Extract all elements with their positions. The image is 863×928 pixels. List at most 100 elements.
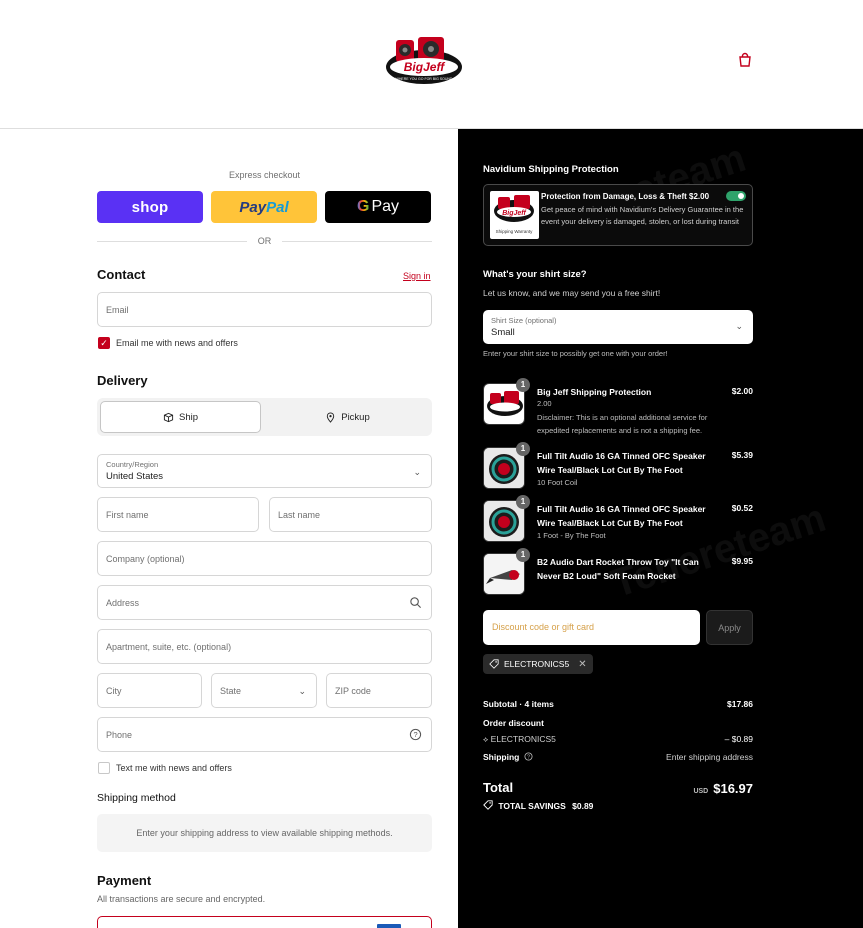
logo-tagline: WHERE YOU GO FOR BIG SOUND [396,77,453,81]
first-name-placeholder: First name [106,510,149,520]
address-field[interactable]: Address [97,585,432,620]
discount-value: – $0.89 [724,734,753,744]
protection-title: Protection from Damage, Loss & Theft $2.… [541,192,710,201]
last-name-placeholder: Last name [278,510,321,520]
google-pay-button[interactable]: G Pay [325,191,431,223]
card-brand-icon [377,924,401,928]
currency-code: USD [693,788,709,795]
express-checkout-label: Express checkout [228,170,301,180]
country-value: United States [106,471,164,482]
protection-description: Get peace of mind with Navidium's Delive… [541,205,744,226]
payment-subtext: All transactions are secure and encrypte… [97,894,266,904]
chevron-down-icon: ⌄ [413,467,421,477]
paypal-label-pay: Pay [239,198,267,216]
zip-placeholder: ZIP code [335,686,371,696]
product-note: Disclaimer: This is an optional addition… [537,413,708,435]
country-select[interactable]: Country/Region United States ⌄ [97,454,432,488]
shipping-method-message: Enter your shipping address to view avai… [136,828,393,838]
state-select[interactable]: State ⌄ [211,673,317,708]
product-price: $5.39 [731,450,753,460]
shirt-size-value: Small [491,327,515,338]
email-placeholder: Email [106,305,129,315]
thumb-logo-text: BigJeff [502,210,526,217]
quantity-badge: 1 [516,548,530,562]
protection-toggle[interactable] [726,191,746,201]
savings-label: TOTAL SAVINGS [498,801,566,811]
apply-discount-button[interactable]: Apply [706,610,753,645]
apartment-field[interactable]: Apartment, suite, etc. (optional) [97,629,432,664]
email-news-label: Email me with news and offers [116,338,238,348]
shop-pay-button[interactable]: shop [97,191,203,223]
last-name-field[interactable]: Last name [269,497,432,532]
applied-code: ELECTRONICS5 [504,659,570,669]
pickup-label: Pickup [341,411,370,423]
ship-option[interactable]: Ship [100,401,261,433]
city-field[interactable]: City [97,673,202,708]
applied-discount-tag: ELECTRONICS5 ✕ [483,654,593,674]
company-field[interactable]: Company (optional) [97,541,432,576]
store-logo[interactable]: BigJeff WHERE YOU GO FOR BIG SOUND [384,34,464,88]
subtotal-row: Subtotal · 4 items $17.86 [483,699,753,709]
info-icon[interactable]: ? [524,752,533,761]
search-icon [410,597,422,609]
shirt-subtext: Let us know, and we may send you a free … [483,288,661,298]
chevron-down-icon: ⌄ [298,686,306,696]
product-price: $2.00 [731,386,753,396]
discount-code-input[interactable]: Discount code or gift card [483,610,700,645]
svg-text:?: ? [413,730,417,739]
total-label: Total [483,780,514,795]
contact-heading: Contact [97,267,146,282]
email-field[interactable]: Email [97,292,432,327]
shipping-method-placeholder: Enter your shipping address to view avai… [97,814,432,852]
product-variant: 2.00 [537,399,552,408]
order-discount-label: Order discount [483,718,544,728]
shop-pay-label: shop [131,198,169,216]
help-icon[interactable]: ? [409,728,422,741]
discount-code-label: ELECTRONICS5 [490,734,556,744]
country-label: Country/Region [106,460,159,469]
ship-label: Ship [178,411,198,423]
box-icon [163,412,174,422]
phone-field[interactable]: Phone ? [97,717,432,752]
payment-options[interactable] [97,916,432,928]
cart-item: 1 B2 Audio Dart Rocket Throw Toy "It Can… [483,548,753,595]
shirt-size-select[interactable]: Shirt Size (optional) Small ⌄ [483,310,753,344]
sms-news-label: Text me with news and offers [116,763,232,773]
protection-card[interactable]: BigJeff Shipping Warranty Protection fro… [483,184,753,246]
savings-value: $0.89 [572,801,594,811]
address-placeholder: Address [106,598,140,608]
product-name: B2 Audio Dart Rocket Throw Toy "It Can N… [537,557,699,581]
tag-icon [489,659,499,669]
product-price: $9.95 [731,556,753,566]
google-g-icon: G [356,198,370,215]
subtotal-value: $17.86 [727,699,753,709]
company-placeholder: Company (optional) [106,554,185,564]
city-placeholder: City [106,686,122,696]
chevron-down-icon: ⌄ [735,321,743,331]
quantity-badge: 1 [516,495,530,509]
logo-text: BigJeff [404,60,445,74]
remove-discount-icon[interactable]: ✕ [578,659,586,670]
order-summary: Tenereteam Tenereteam Navidium Shipping … [458,129,863,928]
checkout-form: Express checkout shop Pay Pal G Pay OR Con… [0,129,458,928]
product-name: Full Tilt Audio 16 GA Tinned OFC Speaker… [537,504,706,528]
email-news-checkbox[interactable]: ✓ [98,337,110,349]
pickup-option[interactable]: Pickup [267,401,428,433]
apartment-placeholder: Apartment, suite, etc. (optional) [106,642,232,652]
quantity-badge: 1 [516,442,530,456]
paypal-button[interactable]: Pay Pal [211,191,317,223]
product-variant: 1 Foot - By The Foot [537,531,606,540]
shipping-label: Shipping [483,752,520,762]
protection-thumbnail: BigJeff Shipping Warranty [490,191,539,239]
protection-heading: Navidium Shipping Protection [483,164,619,175]
zip-field[interactable]: ZIP code [326,673,432,708]
sign-in-link[interactable]: Sign in [403,271,431,281]
first-name-field[interactable]: First name [97,497,259,532]
sms-news-checkbox[interactable] [98,762,110,774]
bag-icon[interactable] [737,52,753,68]
delivery-method-toggle: Ship Pickup [97,398,432,436]
payment-heading: Payment [97,873,152,888]
savings-row: TOTAL SAVINGS $0.89 [483,800,753,811]
product-name: Full Tilt Audio 16 GA Tinned OFC Speaker… [537,451,706,475]
cart-item: 1 Full Tilt Audio 16 GA Tinned OFC Speak… [483,495,753,542]
